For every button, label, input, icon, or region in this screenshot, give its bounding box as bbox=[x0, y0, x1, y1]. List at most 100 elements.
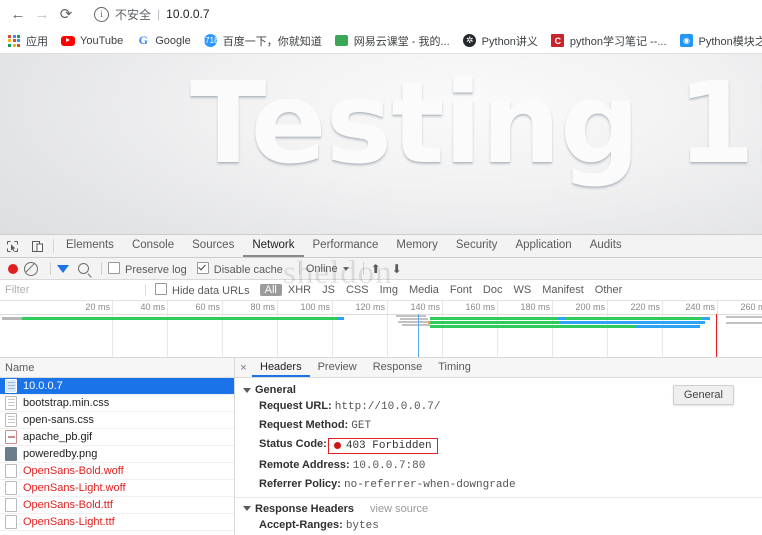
overview-bar bbox=[702, 317, 710, 320]
devtools-panel: Elements Console Sources Network Perform… bbox=[0, 234, 762, 535]
close-icon[interactable]: × bbox=[235, 358, 252, 377]
device-toolbar-icon[interactable] bbox=[25, 235, 50, 257]
filter-type-css[interactable]: CSS bbox=[341, 284, 374, 296]
export-har-icon[interactable]: ⬇ bbox=[391, 263, 403, 275]
overview-bar bbox=[2, 317, 22, 320]
inspect-element-icon[interactable] bbox=[0, 235, 25, 257]
tab-label: Console bbox=[131, 239, 175, 251]
table-row[interactable]: OpenSans-Light.ttf bbox=[0, 514, 234, 531]
funnel-icon[interactable] bbox=[57, 264, 69, 273]
detail-tab-preview[interactable]: Preview bbox=[310, 358, 365, 377]
filter-input[interactable]: Filter bbox=[5, 284, 140, 296]
filter-type-all[interactable]: All bbox=[259, 284, 282, 296]
address-bar[interactable]: i 不安全 | 10.0.0.7 bbox=[86, 3, 756, 25]
overview-bar bbox=[22, 317, 337, 320]
overview-bar bbox=[726, 316, 762, 318]
filter-type-doc[interactable]: Doc bbox=[478, 284, 508, 296]
bookmark-youtube[interactable]: YouTube bbox=[61, 34, 123, 48]
headers-body: General General Request URL: http://10.0… bbox=[235, 378, 762, 535]
request-name: open-sans.css bbox=[23, 414, 94, 426]
table-row[interactable]: OpenSans-Bold.ttf bbox=[0, 497, 234, 514]
disable-cache-checkbox[interactable]: Disable cache bbox=[196, 261, 283, 276]
clear-icon[interactable] bbox=[24, 261, 38, 276]
overview-bar bbox=[398, 321, 430, 323]
table-row[interactable]: OpenSans-Bold.woff bbox=[0, 463, 234, 480]
filter-type-js[interactable]: JS bbox=[317, 284, 340, 296]
bookmark-baidu[interactable]: \u718a 百度一下，你就知道 bbox=[198, 33, 322, 49]
request-name: bootstrap.min.css bbox=[23, 397, 110, 409]
tab-memory[interactable]: Memory bbox=[387, 235, 447, 257]
filter-type-xhr[interactable]: XHR bbox=[283, 284, 316, 296]
bookmark-csdn[interactable]: C python学习笔记 --... bbox=[551, 33, 667, 49]
checkbox-box bbox=[108, 261, 120, 274]
preserve-log-checkbox[interactable]: Preserve log bbox=[108, 261, 187, 276]
baidu-icon: \u718a bbox=[198, 34, 223, 47]
tab-application[interactable]: Application bbox=[506, 235, 580, 257]
font-icon bbox=[5, 481, 17, 495]
request-detail-pane: × Headers Preview Response Timing Genera… bbox=[235, 358, 762, 535]
tab-sources[interactable]: Sources bbox=[183, 235, 243, 257]
tab-network[interactable]: Network bbox=[243, 235, 304, 257]
column-header-name[interactable]: Name bbox=[0, 358, 234, 378]
overview-bar bbox=[430, 325, 635, 328]
info-icon[interactable]: i bbox=[94, 6, 109, 22]
overview-tick: 180 ms bbox=[520, 302, 550, 312]
preserve-log-label: Preserve log bbox=[125, 263, 187, 276]
table-row[interactable]: bootstrap.min.css bbox=[0, 395, 234, 412]
field-value: GET bbox=[351, 420, 372, 432]
request-rows: 10.0.0.7 bootstrap.min.css open-sans.css… bbox=[0, 378, 234, 535]
overview-tick: 40 ms bbox=[140, 302, 165, 312]
tab-security[interactable]: Security bbox=[447, 235, 507, 257]
table-row[interactable]: open-sans.css bbox=[0, 412, 234, 429]
tab-label: Security bbox=[455, 239, 498, 251]
bookmark-netease[interactable]: 网易云课堂 - 我的... bbox=[335, 33, 450, 49]
security-label: 不安全 bbox=[115, 7, 152, 22]
bookmark-github[interactable]: ✲ Python讲义 bbox=[463, 33, 538, 49]
tab-audits[interactable]: Audits bbox=[581, 235, 631, 257]
bookmark-blog[interactable]: ◉ Python模块之para... bbox=[680, 33, 762, 49]
tab-console[interactable]: Console bbox=[123, 235, 183, 257]
table-row[interactable]: OpenSans-Light.woff bbox=[0, 480, 234, 497]
table-row[interactable]: 10.0.0.7 bbox=[0, 378, 234, 395]
back-button[interactable]: ← bbox=[6, 2, 30, 26]
table-row[interactable]: poweredby.png bbox=[0, 446, 234, 463]
table-row[interactable]: apache_pb.gif bbox=[0, 429, 234, 446]
overview-tick: 160 ms bbox=[465, 302, 495, 312]
filter-type-ws[interactable]: WS bbox=[508, 284, 536, 296]
chevron-down-icon bbox=[243, 387, 251, 393]
forward-icon: → bbox=[34, 5, 50, 23]
filter-type-font[interactable]: Font bbox=[445, 284, 477, 296]
detail-tab-response[interactable]: Response bbox=[365, 358, 431, 377]
status-badge: 403 Forbidden bbox=[327, 437, 438, 454]
reload-button[interactable]: ⟳ bbox=[54, 2, 78, 26]
request-name: poweredby.png bbox=[23, 448, 98, 460]
field-key: Status Code: bbox=[259, 438, 327, 450]
import-har-icon[interactable]: ⬆ bbox=[370, 263, 382, 275]
section-response-headers[interactable]: Response Headers view source bbox=[243, 503, 762, 515]
detail-tabbar: × Headers Preview Response Timing bbox=[235, 358, 762, 378]
chevron-down-icon[interactable] bbox=[342, 266, 349, 271]
detail-tab-headers[interactable]: Headers bbox=[252, 358, 310, 377]
bookmark-apps[interactable]: 应用 bbox=[7, 33, 48, 49]
reload-icon: ⟳ bbox=[59, 6, 73, 23]
filter-type-other[interactable]: Other bbox=[590, 284, 628, 296]
network-overview-timeline[interactable]: 20 ms 40 ms 60 ms 80 ms 100 ms 120 ms 14… bbox=[0, 301, 762, 358]
bookmark-label: 应用 bbox=[26, 35, 48, 48]
tab-performance[interactable]: Performance bbox=[304, 235, 388, 257]
record-dot-icon[interactable] bbox=[8, 263, 18, 274]
detail-tab-timing[interactable]: Timing bbox=[430, 358, 479, 377]
forward-button[interactable]: → bbox=[30, 2, 54, 26]
hide-data-urls-checkbox[interactable]: Hide data URLs bbox=[155, 283, 250, 297]
filter-type-img[interactable]: Img bbox=[375, 284, 403, 296]
tab-elements[interactable]: Elements bbox=[57, 235, 123, 257]
overview-bar bbox=[396, 315, 426, 317]
bookmark-label: Google bbox=[155, 34, 191, 47]
filter-type-manifest[interactable]: Manifest bbox=[537, 284, 589, 296]
view-source-link[interactable]: view source bbox=[370, 503, 428, 515]
bookmark-google[interactable]: G Google bbox=[136, 33, 191, 48]
search-icon[interactable] bbox=[78, 263, 89, 274]
throttle-select[interactable]: Online bbox=[306, 263, 338, 275]
overview-tick: 100 ms bbox=[300, 302, 330, 312]
overview-bar bbox=[402, 324, 430, 326]
filter-type-media[interactable]: Media bbox=[404, 284, 444, 296]
